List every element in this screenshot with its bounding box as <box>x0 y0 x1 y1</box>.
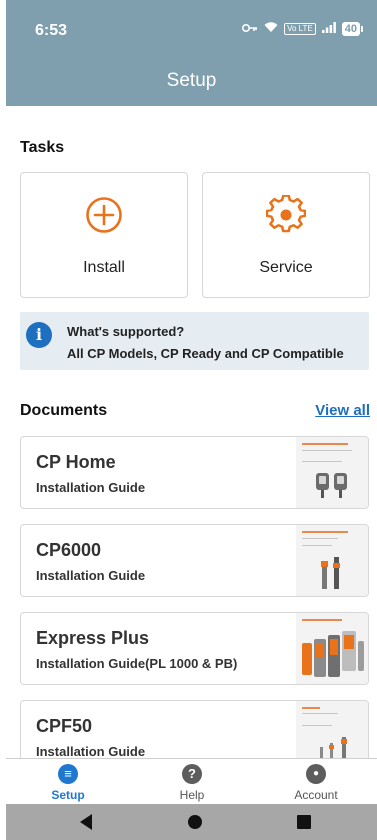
nav-help[interactable]: ? Help <box>130 759 254 805</box>
doc-title: CPF50 <box>36 716 93 736</box>
wifi-icon <box>264 22 278 36</box>
doc-subtitle: Installation Guide <box>36 568 146 583</box>
system-nav-bar <box>6 804 377 840</box>
battery-level: 40 <box>341 22 360 36</box>
doc-subtitle: Installation Guide <box>36 480 146 495</box>
install-card[interactable]: Install <box>20 172 188 298</box>
nav-label: Help <box>179 788 205 802</box>
status-bar: 6:53 Vo LTE 40 <box>6 0 377 56</box>
install-label: Install <box>83 259 125 276</box>
gear-icon <box>266 195 306 233</box>
doc-thumbnail <box>296 525 368 596</box>
lte-indicator: Vo LTE <box>284 23 316 35</box>
help-icon: ? <box>182 764 202 784</box>
status-icons: Vo LTE 40 <box>242 22 363 36</box>
view-all-link[interactable]: View all <box>315 402 370 419</box>
battery-icon: 40 <box>341 22 363 36</box>
key-icon <box>242 22 258 36</box>
back-icon[interactable] <box>78 813 94 831</box>
doc-title: CP6000 <box>36 540 102 560</box>
page-title: Setup <box>166 70 217 91</box>
home-icon[interactable] <box>186 813 204 831</box>
doc-card-cp6000[interactable]: CP6000 Installation Guide <box>20 524 369 597</box>
recents-icon[interactable] <box>296 813 312 831</box>
doc-thumbnail <box>296 613 368 684</box>
doc-title: CP Home <box>36 452 116 472</box>
doc-thumbnail <box>296 437 368 508</box>
signal-icon <box>321 22 336 36</box>
documents-heading: Documents <box>20 402 108 419</box>
nav-account[interactable]: ● Account <box>254 759 377 805</box>
doc-card-express-plus[interactable]: Express Plus Installation Guide(PL 1000 … <box>20 612 369 685</box>
list-icon: ≡ <box>58 764 78 784</box>
service-label: Service <box>259 259 313 276</box>
bottom-nav: ≡ Setup ? Help ● Account <box>6 758 377 804</box>
plus-circle-icon <box>86 197 122 233</box>
status-time: 6:53 <box>35 22 68 39</box>
info-text: All CP Models, CP Ready and CP Compatibl… <box>67 346 344 361</box>
app-header: 6:53 Vo LTE 40 Setup <box>6 0 377 106</box>
doc-title: Express Plus <box>36 628 150 648</box>
account-icon: ● <box>306 764 326 784</box>
tasks-heading: Tasks <box>20 139 65 156</box>
doc-subtitle: Installation Guide(PL 1000 & PB) <box>36 656 238 671</box>
info-icon: i <box>26 322 52 348</box>
service-card[interactable]: Service <box>202 172 370 298</box>
info-banner: i What's supported? All CP Models, CP Re… <box>20 312 369 370</box>
nav-setup[interactable]: ≡ Setup <box>6 759 130 805</box>
info-title: What's supported? <box>67 324 185 339</box>
nav-label: Setup <box>51 788 85 802</box>
doc-card-cp-home[interactable]: CP Home Installation Guide <box>20 436 369 509</box>
nav-label: Account <box>294 788 338 802</box>
doc-subtitle: Installation Guide <box>36 744 146 759</box>
